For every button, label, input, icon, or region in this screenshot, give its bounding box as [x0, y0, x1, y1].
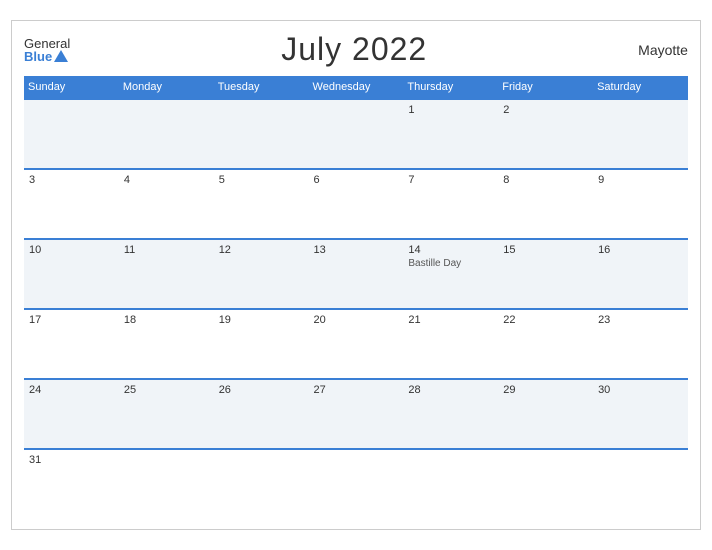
calendar-header: General Blue July 2022 Mayotte — [24, 31, 688, 68]
day-number: 4 — [124, 174, 209, 186]
day-number: 6 — [314, 174, 399, 186]
calendar-day-cell: 4 — [119, 169, 214, 239]
calendar-day-cell: 15 — [498, 239, 593, 309]
calendar-day-cell: 10 — [24, 239, 119, 309]
calendar-day-cell — [309, 99, 404, 169]
day-number: 18 — [124, 314, 209, 326]
calendar-day-cell: 2 — [498, 99, 593, 169]
day-number: 11 — [124, 244, 209, 256]
calendar-day-cell: 23 — [593, 309, 688, 379]
location-label: Mayotte — [638, 42, 688, 58]
calendar-day-cell: 12 — [214, 239, 309, 309]
day-number: 8 — [503, 174, 588, 186]
logo-general-text: General — [24, 37, 70, 50]
calendar-day-cell: 6 — [309, 169, 404, 239]
calendar-day-cell: 31 — [24, 449, 119, 519]
calendar-day-cell — [498, 449, 593, 519]
day-number: 9 — [598, 174, 683, 186]
month-title: July 2022 — [281, 31, 427, 68]
calendar-week-row: 3456789 — [24, 169, 688, 239]
day-number: 5 — [219, 174, 304, 186]
day-number: 17 — [29, 314, 114, 326]
calendar-week-row: 10 11 12 13 14 Bastille Day 15 16 — [24, 239, 688, 309]
calendar-day-cell: 17 — [24, 309, 119, 379]
day-number: 24 — [29, 384, 114, 396]
calendar-day-cell: 22 — [498, 309, 593, 379]
calendar-day-cell: 19 — [214, 309, 309, 379]
day-number: 3 — [29, 174, 114, 186]
weekday-header: Wednesday — [309, 76, 404, 99]
weekday-header: Monday — [119, 76, 214, 99]
calendar-day-cell — [309, 449, 404, 519]
calendar-day-cell: 28 — [403, 379, 498, 449]
calendar-day-cell — [24, 99, 119, 169]
calendar-day-cell: 16 — [593, 239, 688, 309]
calendar-header-row: SundayMondayTuesdayWednesdayThursdayFrid… — [24, 76, 688, 99]
calendar-day-cell — [593, 99, 688, 169]
calendar-day-cell: 8 — [498, 169, 593, 239]
weekday-header: Tuesday — [214, 76, 309, 99]
calendar-day-cell — [119, 449, 214, 519]
day-number: 13 — [314, 244, 399, 256]
day-number: 15 — [503, 244, 588, 256]
calendar-week-row: 12 — [24, 99, 688, 169]
calendar-day-cell: 27 — [309, 379, 404, 449]
day-number: 30 — [598, 384, 683, 396]
day-number: 26 — [219, 384, 304, 396]
day-number: 22 — [503, 314, 588, 326]
day-number: 29 — [503, 384, 588, 396]
day-number: 2 — [503, 104, 588, 116]
weekday-header: Saturday — [593, 76, 688, 99]
calendar-day-cell: 3 — [24, 169, 119, 239]
calendar-day-cell — [214, 99, 309, 169]
day-number: 20 — [314, 314, 399, 326]
day-number: 23 — [598, 314, 683, 326]
day-number: 28 — [408, 384, 493, 396]
event-label: Bastille Day — [408, 258, 493, 269]
calendar-day-cell: 21 — [403, 309, 498, 379]
day-number: 12 — [219, 244, 304, 256]
weekday-header: Friday — [498, 76, 593, 99]
day-number: 14 — [408, 244, 493, 256]
calendar-day-cell: 14 Bastille Day — [403, 239, 498, 309]
calendar-day-cell: 24 — [24, 379, 119, 449]
calendar-day-cell: 7 — [403, 169, 498, 239]
calendar-day-cell: 30 — [593, 379, 688, 449]
calendar-day-cell — [214, 449, 309, 519]
calendar-day-cell: 20 — [309, 309, 404, 379]
day-number: 27 — [314, 384, 399, 396]
calendar-day-cell: 18 — [119, 309, 214, 379]
calendar-day-cell: 1 — [403, 99, 498, 169]
logo: General Blue — [24, 37, 70, 63]
calendar-day-cell — [119, 99, 214, 169]
day-number: 19 — [219, 314, 304, 326]
calendar-week-row: 17 18 19 20 21 22 23 — [24, 309, 688, 379]
calendar-day-cell: 5 — [214, 169, 309, 239]
calendar-day-cell: 9 — [593, 169, 688, 239]
logo-triangle-icon — [54, 50, 68, 62]
calendar-day-cell — [403, 449, 498, 519]
day-number: 16 — [598, 244, 683, 256]
calendar-grid: SundayMondayTuesdayWednesdayThursdayFrid… — [24, 76, 688, 519]
day-number: 1 — [408, 104, 493, 116]
day-number: 21 — [408, 314, 493, 326]
calendar-container: General Blue July 2022 Mayotte SundayMon… — [11, 20, 701, 530]
weekday-header: Sunday — [24, 76, 119, 99]
weekday-header: Thursday — [403, 76, 498, 99]
calendar-day-cell — [593, 449, 688, 519]
logo-blue-text: Blue — [24, 50, 68, 63]
calendar-day-cell: 11 — [119, 239, 214, 309]
calendar-day-cell: 13 — [309, 239, 404, 309]
calendar-day-cell: 25 — [119, 379, 214, 449]
day-number: 31 — [29, 454, 114, 466]
calendar-day-cell: 29 — [498, 379, 593, 449]
calendar-week-row: 31 — [24, 449, 688, 519]
day-number: 25 — [124, 384, 209, 396]
day-number: 10 — [29, 244, 114, 256]
calendar-day-cell: 26 — [214, 379, 309, 449]
day-number: 7 — [408, 174, 493, 186]
calendar-week-row: 24 25 26 27 28 29 30 — [24, 379, 688, 449]
